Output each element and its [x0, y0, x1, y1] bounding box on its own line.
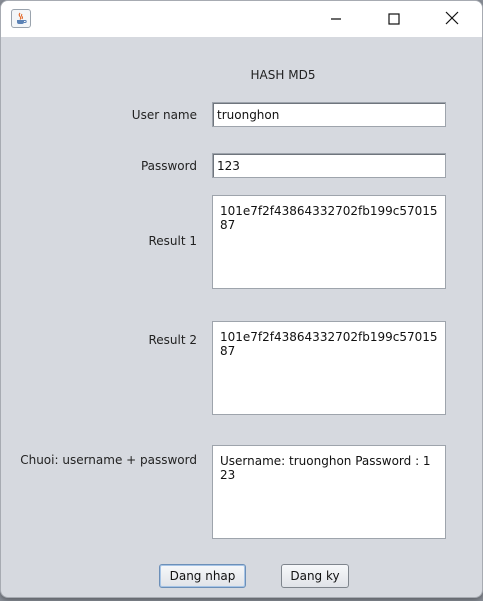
result1-textarea[interactable]: 101e7f2f43864332702fb199c5701587 [212, 195, 446, 289]
minimize-button[interactable] [313, 1, 359, 37]
app-window: HASH MD5 User name Password Result 1 101… [0, 0, 483, 598]
password-label: Password [140, 159, 197, 173]
result1-label: Result 1 [148, 234, 197, 248]
register-button[interactable]: Dang ky [281, 564, 349, 588]
result2-textarea[interactable]: 101e7f2f43864332702fb199c5701587 [212, 321, 446, 415]
page-title: HASH MD5 [250, 68, 316, 82]
result2-label: Result 2 [148, 333, 197, 347]
java-app-icon[interactable] [11, 9, 31, 28]
close-button[interactable] [429, 1, 475, 37]
form-panel: HASH MD5 User name Password Result 1 101… [1, 37, 482, 597]
close-icon [445, 10, 459, 29]
minimize-icon [330, 10, 342, 29]
title-bar[interactable] [1, 1, 482, 37]
concat-label: Chuoi: username + password [20, 453, 197, 467]
password-field[interactable] [212, 153, 446, 178]
maximize-button[interactable] [371, 1, 417, 37]
concat-textarea[interactable]: Username: truonghon Password : 123 [212, 445, 446, 539]
username-label: User name [131, 108, 197, 122]
username-field[interactable] [212, 102, 446, 127]
login-button[interactable]: Dang nhap [159, 564, 246, 588]
maximize-icon [388, 10, 400, 29]
